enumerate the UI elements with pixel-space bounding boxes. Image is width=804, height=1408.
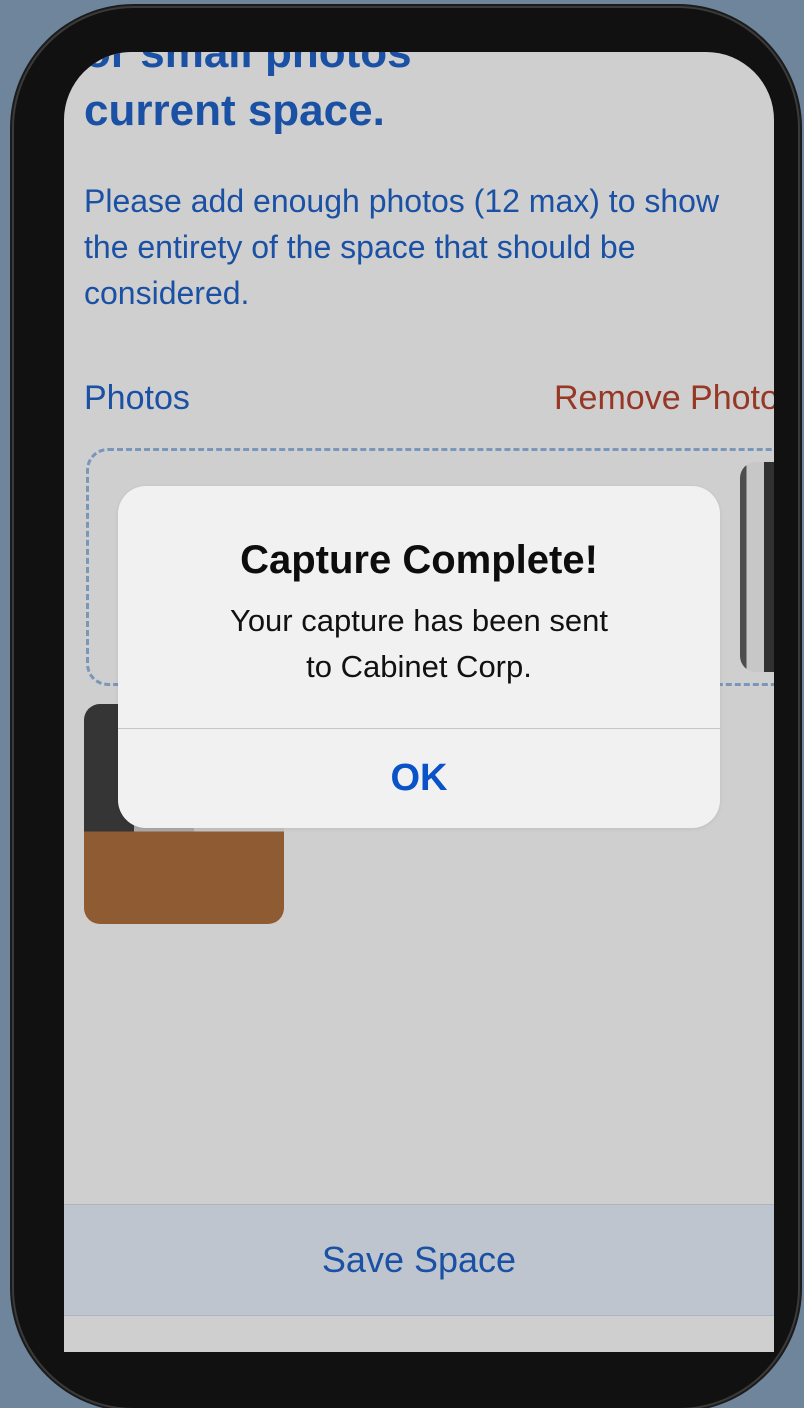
alert-message: Your capture has been sent to Cabinet Co… xyxy=(229,603,609,684)
ok-button[interactable]: OK xyxy=(118,729,720,828)
alert-title: Capture Complete! xyxy=(240,538,598,582)
alert-dialog: Capture Complete! Your capture has been … xyxy=(118,486,720,828)
phone-frame: or small photos current space. Please ad… xyxy=(14,8,798,1408)
phone-screen: or small photos current space. Please ad… xyxy=(64,52,774,1352)
